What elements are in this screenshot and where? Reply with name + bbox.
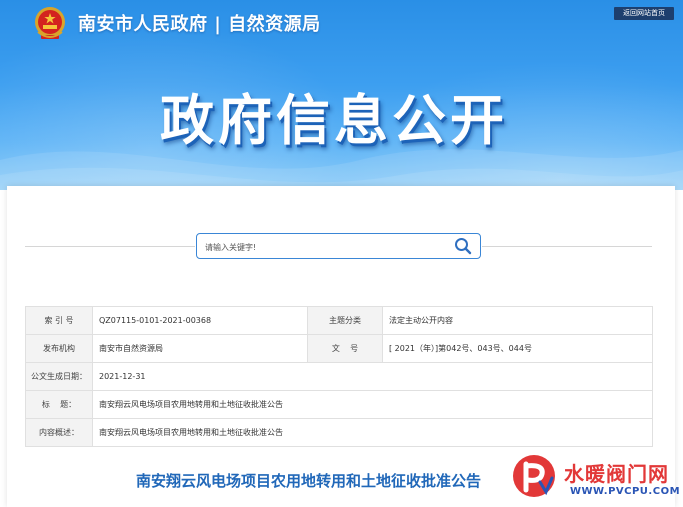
summary-label: 内容概述： [25, 418, 93, 447]
subject-category-value: 法定主动公开内容 [382, 306, 653, 335]
divider-right [482, 246, 652, 247]
divider-left [25, 246, 195, 247]
subject-category-label: 主题分类 [307, 306, 383, 335]
search-icon[interactable] [454, 237, 472, 255]
site-title[interactable]: 南安市人民政府 | 自然资源局 [78, 10, 321, 36]
national-emblem-icon[interactable] [33, 6, 67, 42]
search-input[interactable] [203, 237, 447, 257]
title-value: 南安翔云风电场项目农用地转用和土地征收批准公告 [92, 390, 653, 419]
creation-date-value: 2021-12-31 [92, 362, 653, 391]
creation-date-label: 公文生成日期： [25, 362, 93, 391]
table-row: 公文生成日期： 2021-12-31 [25, 362, 653, 391]
index-number-label: 索 引 号 [25, 306, 93, 335]
table-row: 索 引 号 QZ07115-0101-2021-00368 主题分类 法定主动公… [25, 306, 653, 335]
document-number-label: 文 号 [307, 334, 383, 363]
table-row: 标 题： 南安翔云风电场项目农用地转用和土地征收批准公告 [25, 390, 653, 419]
watermark-site-name: 水暖阀门网 [564, 462, 669, 486]
table-row: 发布机构 南安市自然资源局 文 号 [ 2021（年）]第042号、043号、0… [25, 334, 653, 363]
document-number-value: [ 2021（年）]第042号、043号、044号 [382, 334, 653, 363]
publisher-value: 南安市自然资源局 [92, 334, 308, 363]
banner-title: 政府信息公开 [160, 89, 508, 152]
home-link-button[interactable]: 返回网站首页 [614, 7, 674, 20]
title-label: 标 题： [25, 390, 93, 419]
header-banner: 南安市人民政府 | 自然资源局 返回网站首页 政府信息公开 [0, 0, 683, 190]
search-box [196, 233, 481, 259]
summary-value: 南安翔云风电场项目农用地转用和土地征收批准公告 [92, 418, 653, 447]
document-info-table: 索 引 号 QZ07115-0101-2021-00368 主题分类 法定主动公… [25, 306, 653, 447]
table-row: 内容概述： 南安翔云风电场项目农用地转用和土地征收批准公告 [25, 418, 653, 447]
index-number-value: QZ07115-0101-2021-00368 [92, 306, 308, 335]
watermark-url: WWW.PVCPU.COM [570, 486, 681, 497]
publisher-label: 发布机构 [25, 334, 93, 363]
article-title: 南安翔云风电场项目农用地转用和土地征收批准公告 [136, 472, 482, 490]
watermark-logo-icon [513, 455, 555, 497]
